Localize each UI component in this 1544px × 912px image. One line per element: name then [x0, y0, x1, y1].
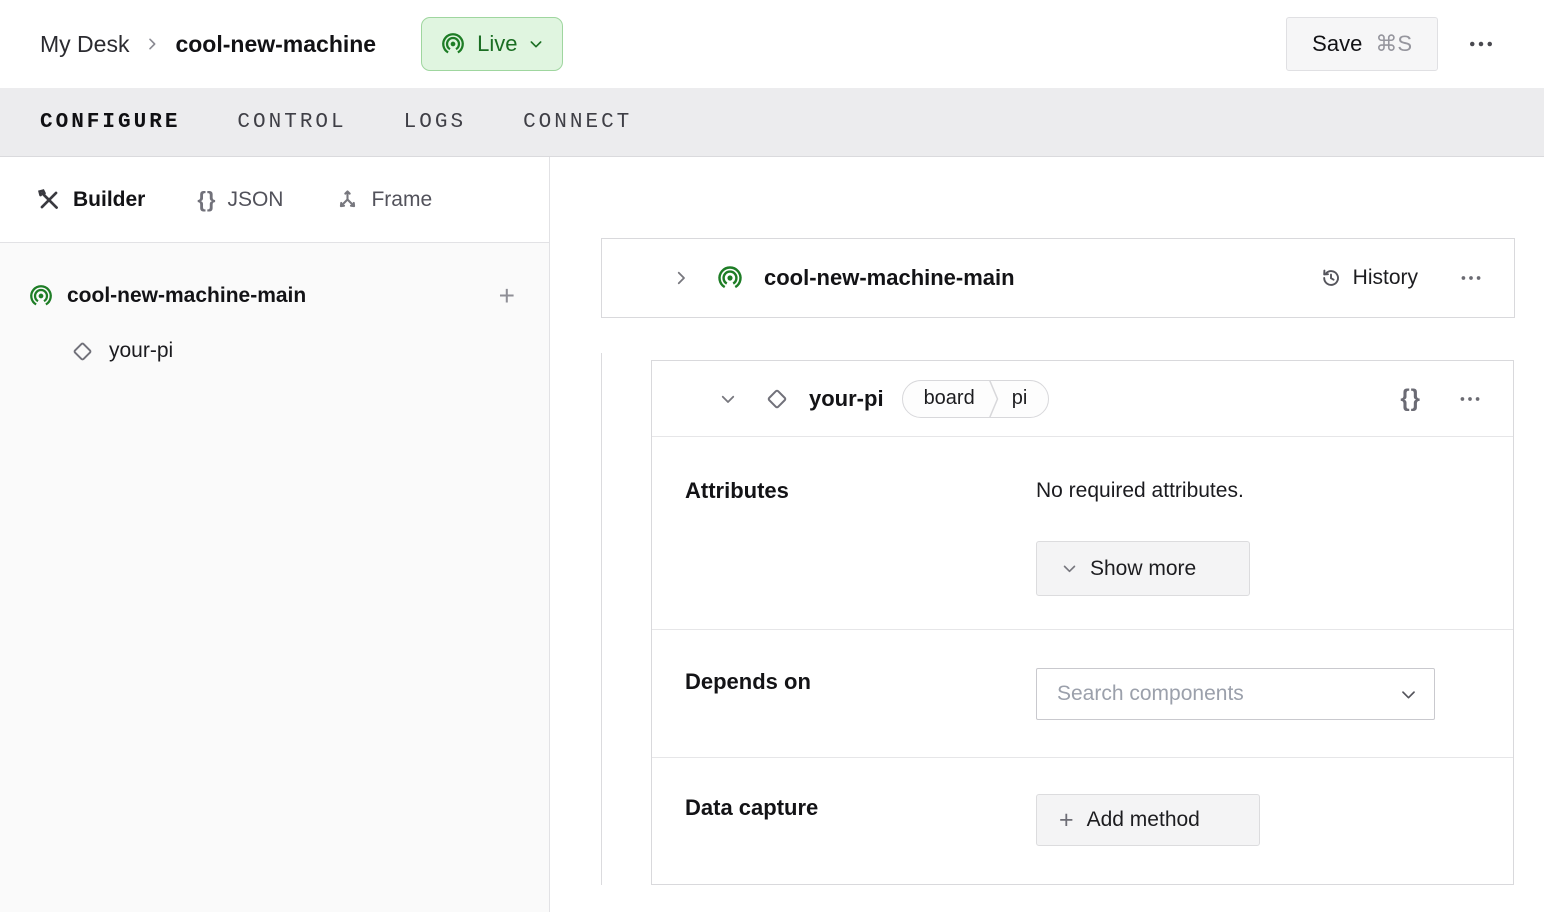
tab-logs[interactable]: LOGS	[404, 111, 466, 134]
chevron-down-icon	[1061, 560, 1078, 577]
expand-machine-chevron-right-icon[interactable]	[668, 265, 694, 291]
machine-card-overflow-menu-button[interactable]	[1454, 261, 1488, 295]
depends-on-label: Depends on	[685, 669, 811, 694]
plus-icon: +	[1059, 805, 1074, 834]
mode-builder-label: Builder	[73, 187, 146, 211]
badge-divider-chevron-icon	[988, 380, 999, 417]
live-status-label: Live	[477, 31, 518, 56]
config-sidebar: Builder {} JSON Frame cool-new-machine-m…	[0, 157, 550, 912]
attributes-empty-text: No required attributes.	[1036, 479, 1244, 502]
mode-builder[interactable]: Builder	[36, 187, 145, 213]
add-method-button[interactable]: + Add method	[1036, 794, 1260, 846]
header-overflow-menu-button[interactable]	[1462, 25, 1500, 63]
braces-icon: {}	[197, 186, 217, 212]
component-overflow-menu-button[interactable]	[1453, 382, 1487, 416]
breadcrumb: My Desk cool-new-machine	[40, 31, 376, 58]
tools-icon	[36, 187, 62, 213]
config-main-panel: cool-new-machine-main History your-pi bo…	[550, 157, 1544, 912]
save-label: Save	[1312, 31, 1363, 56]
data-capture-section: Data capture + Add method	[652, 758, 1513, 884]
chevron-down-icon	[528, 36, 544, 52]
broadcast-icon	[440, 31, 466, 57]
depends-on-section: Depends on	[652, 630, 1513, 758]
tab-control[interactable]: CONTROL	[237, 111, 346, 134]
tree-item-machine[interactable]: cool-new-machine-main +	[0, 271, 549, 321]
component-title: your-pi	[809, 385, 884, 411]
breadcrumb-root-link[interactable]: My Desk	[40, 31, 129, 58]
diamond-icon	[71, 340, 94, 363]
badge-model-label: pi	[1011, 387, 1028, 409]
mode-frame[interactable]: Frame	[335, 187, 432, 212]
show-more-label: Show more	[1090, 556, 1197, 580]
add-method-label: Add method	[1086, 808, 1200, 831]
component-card-your-pi: your-pi board pi {} Attributes No requir…	[651, 360, 1514, 885]
mode-frame-label: Frame	[371, 187, 433, 211]
chevron-down-icon[interactable]	[1399, 685, 1418, 704]
top-header: My Desk cool-new-machine Live Save ⌘S	[0, 0, 1544, 88]
tree-component-label: your-pi	[109, 339, 174, 362]
live-status-dropdown[interactable]: Live	[421, 17, 564, 71]
attributes-section: Attributes No required attributes. Show …	[652, 437, 1513, 630]
tree-item-your-pi[interactable]: your-pi	[0, 325, 549, 377]
mode-json-label: JSON	[227, 187, 284, 211]
history-button[interactable]: History	[1319, 266, 1418, 290]
broadcast-icon	[28, 283, 54, 309]
depends-on-combobox[interactable]	[1036, 668, 1435, 720]
component-type-badge: board pi	[901, 379, 1050, 418]
view-mode-toolbar: Builder {} JSON Frame	[0, 157, 549, 243]
main-tabbar: CONFIGURE CONTROL LOGS CONNECT	[0, 88, 1544, 157]
machine-card: cool-new-machine-main History	[601, 238, 1515, 318]
braces-icon: {}	[1400, 384, 1421, 412]
history-clock-icon	[1319, 266, 1343, 290]
tab-configure[interactable]: CONFIGURE	[40, 111, 180, 134]
attributes-label: Attributes	[685, 478, 789, 503]
collapse-chevron-down-icon[interactable]	[715, 386, 741, 412]
save-shortcut: ⌘S	[1375, 31, 1412, 56]
diamond-icon	[765, 387, 789, 411]
show-more-button[interactable]: Show more	[1036, 541, 1250, 596]
machine-card-title: cool-new-machine-main	[764, 265, 1015, 290]
machine-name-title: cool-new-machine	[175, 30, 377, 57]
data-capture-label: Data capture	[685, 795, 819, 820]
tree-machine-label: cool-new-machine-main	[67, 284, 307, 307]
save-button[interactable]: Save ⌘S	[1286, 17, 1438, 71]
component-card-header: your-pi board pi {}	[652, 361, 1513, 437]
tab-connect[interactable]: CONNECT	[523, 111, 632, 134]
broadcast-icon	[716, 264, 744, 292]
component-tree: cool-new-machine-main + your-pi	[0, 243, 549, 377]
search-components-input[interactable]	[1057, 682, 1399, 706]
frame-axes-icon	[335, 187, 360, 212]
tree-spine-line	[601, 353, 602, 885]
breadcrumb-separator-icon	[144, 36, 160, 52]
header-actions: Save ⌘S	[1286, 17, 1500, 71]
add-component-button[interactable]: +	[499, 282, 515, 310]
component-json-button[interactable]: {}	[1400, 384, 1421, 412]
history-label: History	[1352, 266, 1418, 289]
mode-json[interactable]: {} JSON	[197, 188, 283, 212]
badge-type-label: board	[923, 387, 975, 409]
